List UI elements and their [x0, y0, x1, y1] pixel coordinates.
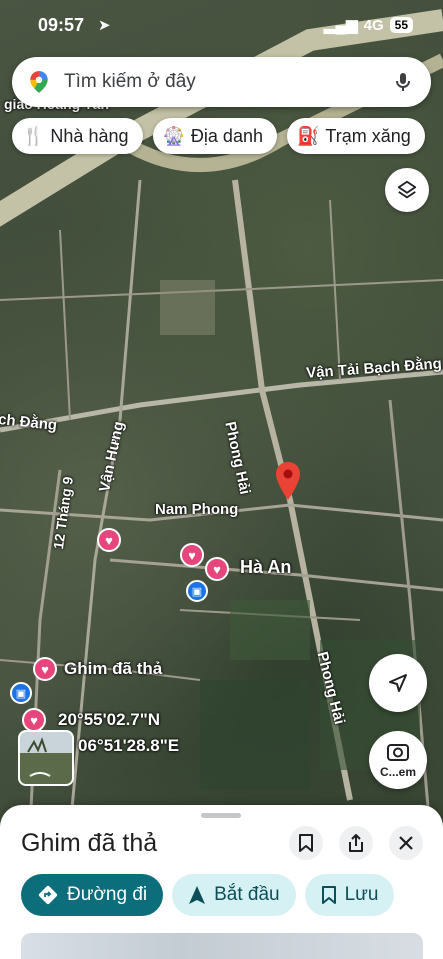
dropped-pin-icon[interactable] [276, 462, 300, 500]
layers-button[interactable] [385, 168, 429, 212]
directions-label: Đường đi [67, 884, 148, 905]
saved-place-heart-icon[interactable]: ♥ [97, 528, 121, 552]
map-label-pin[interactable]: Ghim đã thả [64, 659, 162, 679]
signal-icon: ▂▄▆ [323, 17, 358, 34]
location-arrow-icon: ➤ [98, 17, 111, 34]
close-button[interactable] [389, 826, 423, 860]
microphone-icon[interactable] [391, 70, 415, 94]
place-bottom-sheet[interactable]: Ghim đã thả Đường đi Bắt đầu Lưu [0, 805, 443, 959]
save-button[interactable]: Lưu [304, 874, 395, 916]
save-bookmark-button[interactable] [289, 826, 323, 860]
search-input[interactable]: Tìm kiếm ở đây [64, 71, 391, 93]
chip-restaurants[interactable]: 🍴 Nhà hàng [12, 118, 143, 154]
map-label-road: Nam Phong [155, 501, 239, 518]
start-label: Bắt đầu [214, 884, 280, 905]
navigation-arrow-icon [189, 886, 206, 904]
gas-station-icon: ⛽ [296, 125, 320, 146]
chip-label: Trạm xăng [325, 125, 411, 146]
directions-icon [38, 885, 58, 905]
chip-gas-stations[interactable]: ⛽ Trạm xăng [286, 118, 425, 154]
saved-place-heart-icon[interactable]: ♥ [33, 657, 57, 681]
search-bar[interactable]: Tìm kiếm ở đây [12, 57, 431, 107]
chip-landmarks[interactable]: 🎡 Địa danh [152, 118, 277, 154]
lens-button-label: C...em [379, 765, 416, 779]
shopping-bag-icon[interactable]: ▣ [10, 682, 32, 704]
sheet-title: Ghim đã thả [21, 829, 158, 857]
place-photo-strip[interactable] [21, 933, 423, 959]
map-label-place[interactable]: Hà An [240, 557, 291, 578]
coordinate-longitude: 06°51'28.8"E [78, 736, 180, 755]
chip-label: Nhà hàng [50, 125, 129, 146]
landmark-icon: 🎡 [162, 125, 185, 146]
restaurant-icon: 🍴 [22, 125, 45, 146]
sheet-actions: Đường đi Bắt đầu Lưu [21, 874, 395, 916]
lens-camera-button[interactable]: C...em [369, 731, 427, 789]
camera-lens-icon [387, 744, 409, 761]
my-location-button[interactable] [369, 654, 427, 712]
network-type: 4G [363, 16, 384, 34]
saved-place-heart-icon[interactable]: ♥ [205, 557, 229, 581]
share-icon [349, 834, 363, 852]
saved-place-heart-icon[interactable]: ♥ [180, 543, 204, 567]
directions-button[interactable]: Đường đi [21, 874, 164, 916]
coordinate-latitude: 20°55'02.7"N [58, 710, 161, 729]
sheet-drag-handle[interactable] [201, 813, 241, 818]
save-label: Lưu [344, 884, 379, 905]
layers-icon [397, 180, 417, 199]
bookmark-icon [299, 834, 313, 852]
street-view-thumbnail[interactable] [18, 730, 74, 786]
share-button[interactable] [339, 826, 373, 860]
close-icon [399, 836, 413, 850]
status-bar: 09:57 ➤ ▂▄▆ 4G 55 [0, 0, 443, 52]
status-time: 09:57 [38, 15, 85, 35]
navigation-arrow-icon [389, 674, 407, 692]
start-button[interactable]: Bắt đầu [172, 874, 296, 916]
chip-label: Địa danh [190, 125, 263, 146]
bookmark-icon [321, 886, 336, 904]
saved-place-heart-icon[interactable]: ♥ [22, 708, 46, 732]
category-chips: 🍴 Nhà hàng 🎡 Địa danh ⛽ Trạm xăng [12, 118, 425, 154]
google-maps-pin-icon [30, 71, 48, 93]
shopping-bag-icon[interactable]: ▣ [186, 580, 208, 602]
battery-level: 55 [389, 17, 413, 33]
